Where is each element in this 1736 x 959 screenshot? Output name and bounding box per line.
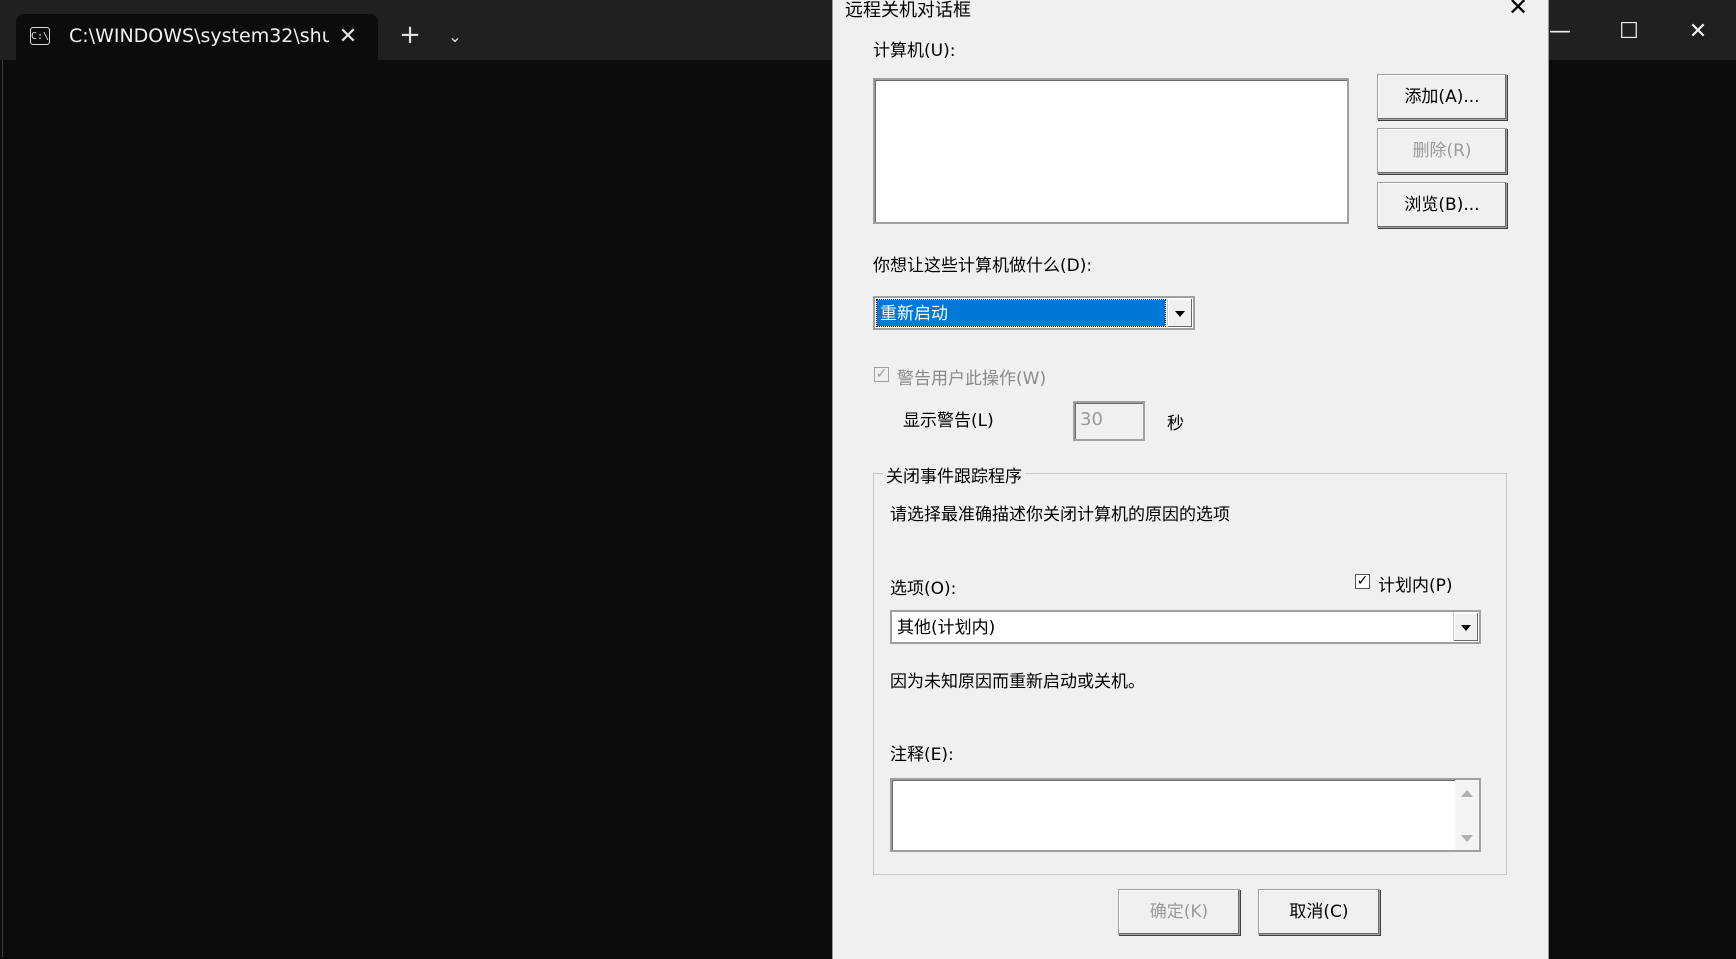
chevron-down-icon[interactable] xyxy=(1453,613,1478,641)
action-label: 你想让这些计算机做什么(D): xyxy=(873,256,1093,276)
option-label: 选项(O): xyxy=(890,579,957,599)
warning-seconds-input[interactable]: 30 xyxy=(1073,401,1145,441)
tracker-description: 请选择最准确描述你关闭计算机的原因的选项 xyxy=(890,505,1230,525)
planned-label: 计划内(P) xyxy=(1378,576,1453,596)
terminal-tab[interactable]: C:\ C:\WINDOWS\system32\shutc ✕ xyxy=(16,14,378,60)
tracker-title: 关闭事件跟踪程序 xyxy=(883,462,1025,487)
remove-button[interactable]: 删除(R) xyxy=(1377,128,1507,174)
add-button[interactable]: 添加(A)... xyxy=(1377,74,1507,120)
tab-close-icon[interactable]: ✕ xyxy=(333,22,363,52)
browse-button[interactable]: 浏览(B)... xyxy=(1377,182,1507,228)
maximize-button[interactable]: ☐ xyxy=(1604,14,1654,50)
action-value: 重新启动 xyxy=(876,299,1166,327)
chevron-down-icon[interactable] xyxy=(1167,299,1192,327)
tab-title: C:\WINDOWS\system32\shutc xyxy=(69,25,329,47)
warn-users-label: 警告用户此操作(W) xyxy=(897,369,1047,389)
dialog-title: 远程关机对话框 xyxy=(845,0,971,21)
scroll-up-icon[interactable] xyxy=(1461,790,1473,797)
comment-scrollbar[interactable] xyxy=(1455,780,1479,850)
ok-button[interactable]: 确定(K) xyxy=(1118,889,1240,935)
scroll-down-icon[interactable] xyxy=(1461,835,1473,842)
action-select[interactable]: 重新启动 xyxy=(873,296,1195,330)
computers-label: 计算机(U): xyxy=(873,41,956,61)
close-window-button[interactable]: ✕ xyxy=(1673,14,1723,50)
warn-users-checkbox[interactable]: ✓ xyxy=(874,367,889,382)
option-value: 其他(计划内) xyxy=(897,618,996,638)
cancel-button[interactable]: 取消(C) xyxy=(1258,889,1380,935)
seconds-unit: 秒 xyxy=(1167,414,1184,434)
computers-listbox[interactable] xyxy=(873,78,1349,224)
comment-label: 注释(E): xyxy=(890,745,954,765)
new-tab-button[interactable]: + xyxy=(395,20,425,50)
comment-textarea[interactable] xyxy=(890,778,1481,852)
tab-dropdown-button[interactable]: ⌄ xyxy=(440,22,470,52)
option-description: 因为未知原因而重新启动或关机。 xyxy=(890,672,1145,692)
planned-checkbox[interactable]: ✓ xyxy=(1355,574,1370,589)
cmd-icon: C:\ xyxy=(30,27,50,45)
display-warning-label: 显示警告(L) xyxy=(903,411,994,431)
option-select[interactable]: 其他(计划内) xyxy=(890,610,1481,644)
dialog-close-icon[interactable]: ✕ xyxy=(1503,0,1533,22)
remote-shutdown-dialog: 远程关机对话框 ✕ 计算机(U): 添加(A)... 删除(R) 浏览(B)..… xyxy=(832,0,1549,959)
